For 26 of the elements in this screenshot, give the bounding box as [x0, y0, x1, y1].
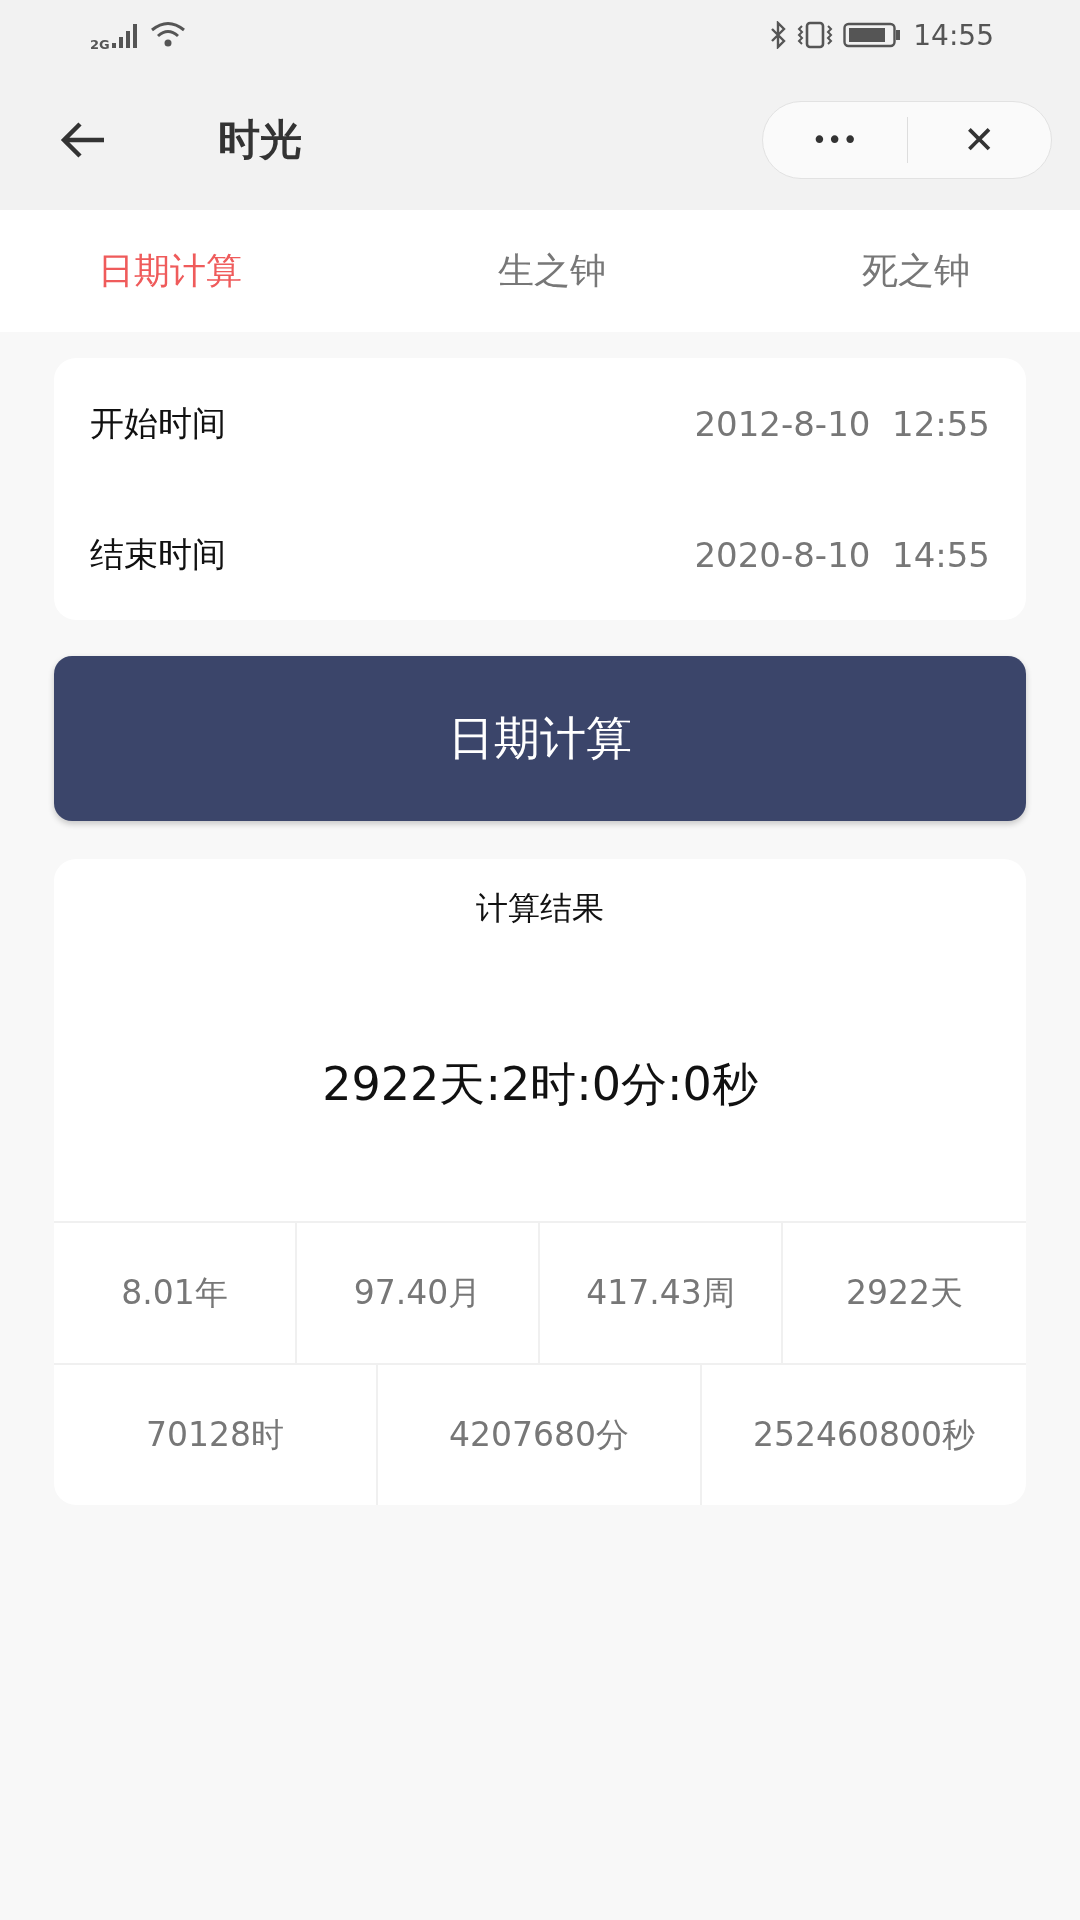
field-value: 2020-8-10 14:55: [694, 534, 990, 575]
result-cell-text: 252460800秒: [752, 1413, 976, 1456]
network-label: 2G: [90, 36, 110, 52]
result-summary: 2922天:2时:0分:0秒: [321, 1056, 759, 1113]
wifi-icon: [149, 21, 186, 49]
result-title: 计算结果: [475, 888, 605, 929]
result-cell: 70128时: [54, 1365, 378, 1505]
clock-time: 14:55: [913, 18, 994, 52]
close-button[interactable]: ✕: [907, 102, 1051, 178]
result-cell: 4207680分: [378, 1365, 702, 1505]
tab[interactable]: 生之钟: [498, 246, 606, 296]
more-button[interactable]: •••: [763, 102, 907, 178]
field-label: 结束时间: [90, 532, 226, 576]
result-cell: 97.40月: [297, 1223, 540, 1363]
time-picker-row[interactable]: 结束时间 2020-8-10 14:55: [90, 489, 990, 620]
bluetooth-icon: [769, 21, 788, 49]
time-picker-row[interactable]: 开始时间 2012-8-10 12:55: [90, 358, 990, 489]
result-cell: 417.43周: [540, 1223, 783, 1363]
field-value: 2012-8-10 12:55: [694, 403, 990, 444]
page-title: 时光: [218, 114, 303, 166]
result-cell-text: 2922天: [845, 1271, 964, 1314]
battery-icon: [843, 22, 902, 48]
field-label: 开始时间: [90, 401, 226, 445]
result-cell: 8.01年: [54, 1223, 297, 1363]
calculate-button[interactable]: 日期计算: [54, 656, 1026, 821]
tab[interactable]: 死之钟: [862, 246, 970, 296]
